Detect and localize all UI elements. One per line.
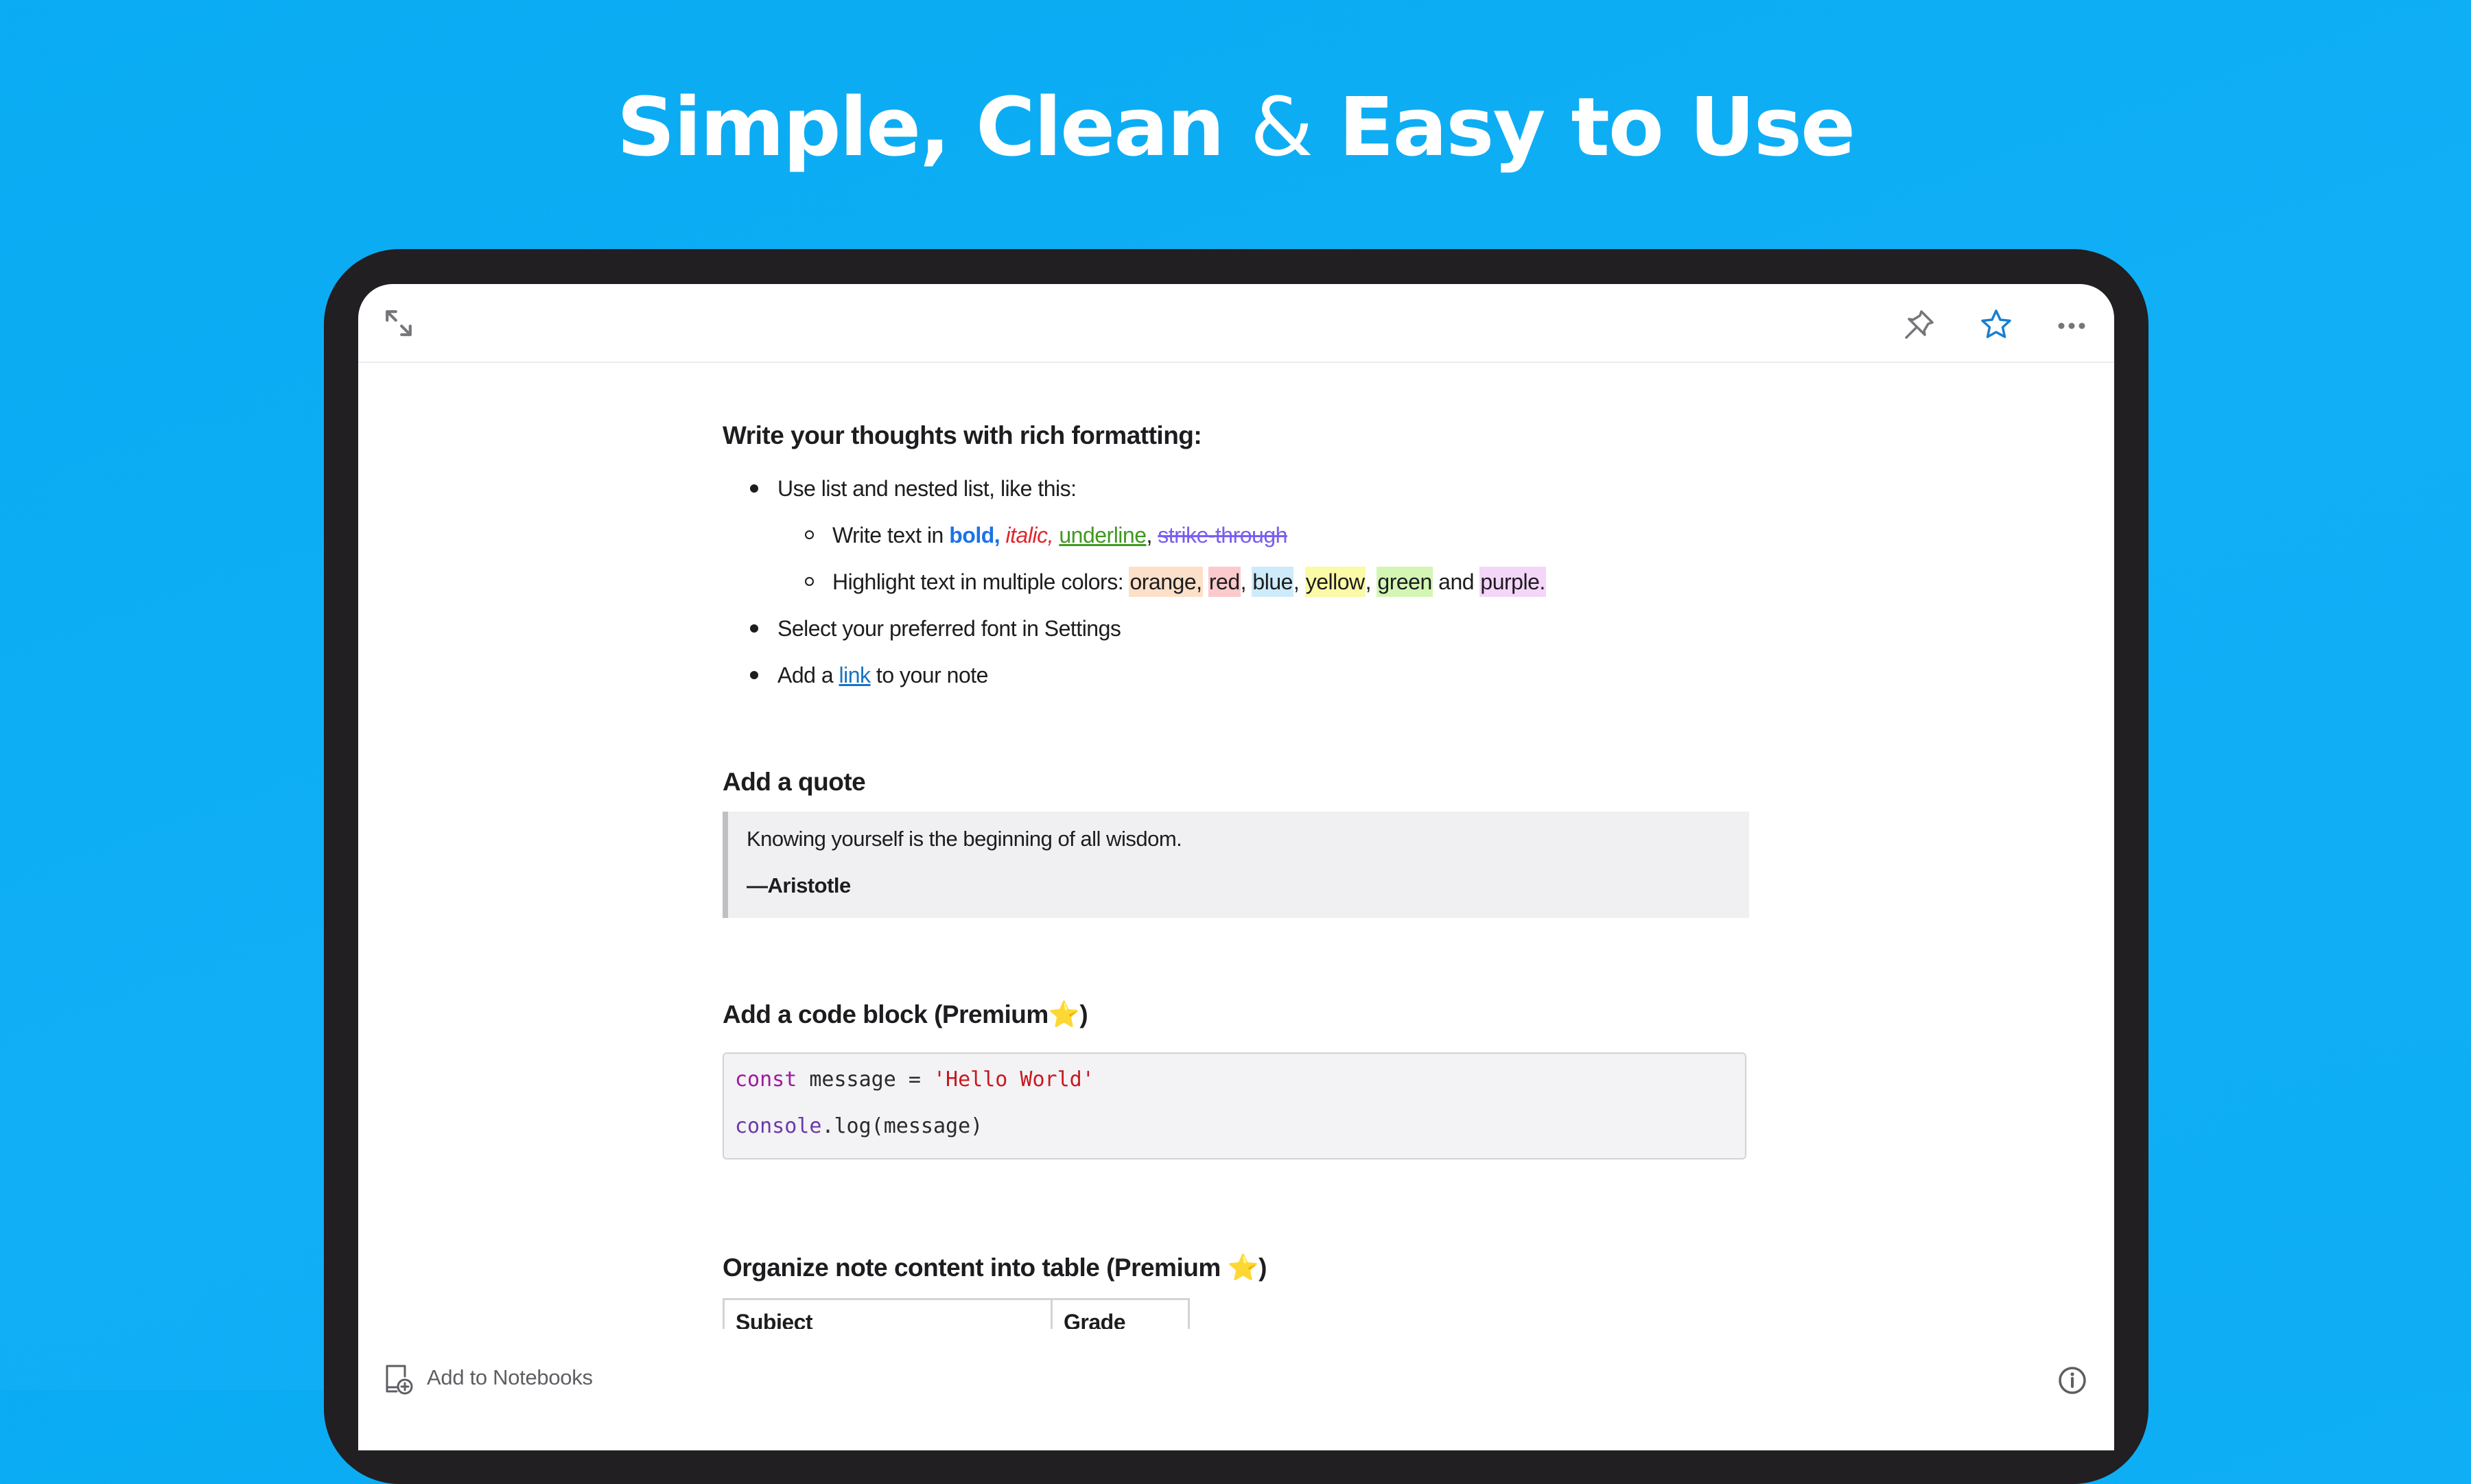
star-icon[interactable] <box>1979 307 2013 342</box>
premium-star-icon: ⭐ <box>1227 1253 1259 1282</box>
bullet-icon <box>750 484 758 493</box>
code-text: message = <box>797 1068 933 1092</box>
separator: , <box>1365 569 1377 594</box>
separator: and <box>1432 569 1480 594</box>
separator: , <box>1146 523 1158 547</box>
heading-rich-formatting: Write your thoughts with rich formatting… <box>723 421 1202 449</box>
heading-text: ) <box>1079 1000 1088 1028</box>
code-line: const message = 'Hello World' <box>735 1068 1094 1092</box>
table-header-row: Subject Grade <box>723 1298 1190 1329</box>
highlight-purple: purple. <box>1479 567 1546 597</box>
info-icon[interactable] <box>2057 1365 2087 1395</box>
circle-bullet-icon <box>805 530 814 539</box>
table-header-subject: Subject <box>723 1298 1053 1329</box>
hero-title: Simple, Clean & Easy to Use <box>0 72 2471 182</box>
blockquote: Knowing yourself is the beginning of all… <box>723 812 1749 918</box>
highlight-green: green <box>1377 567 1433 597</box>
heading-add-quote: Add a quote <box>723 768 866 796</box>
highlight-red: red <box>1208 567 1241 597</box>
pin-icon[interactable] <box>1902 307 1936 342</box>
add-to-notebooks-button[interactable]: Add to Notebooks <box>427 1365 593 1390</box>
separator: , <box>1293 569 1305 594</box>
list-item: Use list and nested list, like this: <box>750 473 1077 504</box>
note-link[interactable]: link <box>839 663 871 687</box>
toolbar <box>358 284 2114 363</box>
heading-text: Organize note content into table (Premiu… <box>723 1253 1228 1282</box>
list-item-text: to your note <box>870 663 989 687</box>
highlight-yellow: yellow <box>1304 567 1366 597</box>
hero-title-part2: Easy to Use <box>1311 80 1855 174</box>
list-item-text: Use list and nested list, like this: <box>777 476 1077 501</box>
nested-list-item: Highlight text in multiple colors: orang… <box>805 566 1546 598</box>
heading-text: Add a code block (Premium <box>723 1000 1049 1028</box>
code-line: console.log(message) <box>735 1114 983 1138</box>
bold-text: bold, <box>949 523 1000 547</box>
code-object: console <box>735 1114 822 1138</box>
more-options-icon[interactable] <box>2054 307 2089 342</box>
hero-title-amp: & <box>1250 80 1313 174</box>
heading-code-block: Add a code block (Premium⭐) <box>723 1000 1088 1030</box>
highlight-orange: orange, <box>1129 567 1203 597</box>
nested-list-item: Write text in bold, italic, underline, s… <box>805 519 1287 551</box>
code-keyword: const <box>735 1068 797 1092</box>
note-editor-screen: Write your thoughts with rich formatting… <box>358 284 2114 1450</box>
list-item-text: Add a <box>777 663 839 687</box>
italic-text: italic, <box>1005 523 1054 547</box>
list-item-text: Highlight text in multiple colors: <box>832 569 1129 594</box>
code-text: .log(message) <box>821 1114 983 1138</box>
list-item-text: Write text in <box>832 523 950 547</box>
highlight-blue: blue <box>1252 567 1293 597</box>
bottom-bar: Add to Notebooks <box>358 1341 2114 1450</box>
code-block: const message = 'Hello World' console.lo… <box>723 1052 1746 1159</box>
note-content[interactable]: Write your thoughts with rich formatting… <box>723 363 1752 1329</box>
bullet-icon <box>750 671 758 679</box>
quote-author: —Aristotle <box>747 873 851 897</box>
list-item: Add a link to your note <box>750 659 989 691</box>
separator: , <box>1240 569 1252 594</box>
note-table: Subject Grade <box>723 1298 1190 1329</box>
expand-icon[interactable] <box>384 309 413 338</box>
underline-text: underline <box>1059 523 1147 547</box>
strikethrough-text: strike-through <box>1158 523 1287 547</box>
add-notebook-icon[interactable] <box>384 1364 414 1395</box>
hero-title-part1: Simple, Clean <box>616 80 1250 174</box>
table-header-grade: Grade <box>1051 1298 1190 1329</box>
list-item: Select your preferred font in Settings <box>750 613 1121 644</box>
list-item-text: Select your preferred font in Settings <box>777 616 1121 641</box>
bullet-icon <box>750 624 758 633</box>
premium-star-icon: ⭐ <box>1048 1000 1080 1029</box>
heading-text: ) <box>1258 1253 1267 1282</box>
circle-bullet-icon <box>805 577 814 586</box>
code-string: 'Hello World' <box>933 1068 1094 1092</box>
heading-table: Organize note content into table (Premiu… <box>723 1253 1267 1283</box>
quote-text: Knowing yourself is the beginning of all… <box>747 827 1182 851</box>
